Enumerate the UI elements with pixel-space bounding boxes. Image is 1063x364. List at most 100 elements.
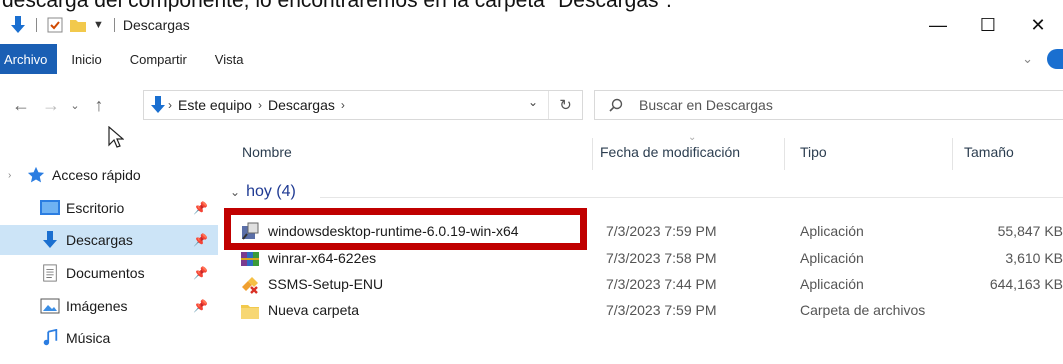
recent-locations-button[interactable]: ⌄ bbox=[66, 90, 84, 120]
column-header-tamano[interactable]: Tamaño bbox=[964, 144, 1014, 160]
column-divider[interactable] bbox=[592, 138, 593, 170]
column-divider[interactable] bbox=[784, 138, 785, 170]
file-date: 7/3/2023 7:59 PM bbox=[606, 302, 717, 318]
search-icon bbox=[609, 98, 623, 112]
file-row[interactable]: SSMS-Setup-ENU 7/3/2023 7:44 PM Aplicaci… bbox=[236, 272, 1063, 298]
tab-inicio[interactable]: Inicio bbox=[57, 44, 115, 74]
forward-button[interactable]: → bbox=[36, 90, 66, 120]
breadcrumb-separator: › bbox=[168, 98, 172, 112]
quick-access-toolbar: ▼ bbox=[0, 16, 119, 34]
file-row[interactable]: winrar-x64-622es 7/3/2023 7:58 PM Aplica… bbox=[236, 246, 1063, 272]
toolbar-divider bbox=[113, 18, 115, 32]
file-name: windowsdesktop-runtime-6.0.19-win-x64 bbox=[268, 223, 519, 239]
properties-check-icon[interactable] bbox=[47, 17, 63, 33]
file-row[interactable]: Nueva carpeta 7/3/2023 7:59 PM Carpeta d… bbox=[236, 298, 1063, 324]
search-box[interactable]: Buscar en Descargas bbox=[594, 90, 1063, 120]
file-type: Aplicación bbox=[800, 250, 864, 266]
ribbon-tabs: Archivo Inicio Compartir Vista ⌄ bbox=[0, 44, 1063, 74]
up-button[interactable]: ↑ bbox=[84, 90, 114, 120]
ribbon-right: ⌄ bbox=[1022, 44, 1063, 74]
images-icon bbox=[40, 298, 60, 314]
sidebar-item-imagenes[interactable]: Imágenes 📌 bbox=[0, 291, 218, 321]
ssms-setup-icon bbox=[242, 277, 258, 294]
maximize-button[interactable]: ☐ bbox=[963, 12, 1013, 38]
expand-ribbon-icon[interactable]: ⌄ bbox=[1022, 51, 1033, 67]
sidebar-item-descargas[interactable]: Descargas 📌 bbox=[0, 225, 218, 255]
star-icon bbox=[27, 166, 45, 183]
sidebar-item-musica[interactable]: Música bbox=[0, 323, 218, 353]
window-controls: — ☐ ✕ bbox=[913, 12, 1063, 38]
navigation-bar: ← → ⌄ ↑ › Este equipo › Descargas › ⌄ ↻ … bbox=[0, 86, 1063, 124]
title-bar: ▼ Descargas — ☐ ✕ bbox=[0, 12, 1063, 38]
file-size: 3,610 KB bbox=[1005, 250, 1063, 266]
column-headers: ⌄ Nombre Fecha de modificación Tipo Tama… bbox=[222, 132, 1063, 170]
sidebar-item-documentos[interactable]: Documentos 📌 bbox=[0, 258, 218, 288]
sidebar-item-label: Acceso rápido bbox=[52, 167, 141, 183]
window-title: Descargas bbox=[122, 17, 190, 33]
music-icon bbox=[43, 329, 58, 346]
document-icon bbox=[43, 264, 57, 282]
sidebar-item-label: Descargas bbox=[66, 232, 133, 248]
file-type: Carpeta de archivos bbox=[800, 302, 926, 318]
group-divider bbox=[320, 197, 1063, 198]
column-header-tipo[interactable]: Tipo bbox=[800, 144, 827, 160]
desktop-icon bbox=[40, 200, 60, 215]
file-size: 55,847 KB bbox=[997, 223, 1063, 239]
file-date: 7/3/2023 7:59 PM bbox=[606, 223, 717, 239]
breadcrumb-este-equipo[interactable]: Este equipo bbox=[178, 97, 252, 113]
column-header-fecha[interactable]: Fecha de modificación bbox=[600, 144, 740, 160]
column-header-nombre[interactable]: Nombre bbox=[242, 144, 292, 160]
collapse-group-icon[interactable]: ⌄ bbox=[230, 185, 240, 199]
group-header[interactable]: ⌄ hoy (4) bbox=[230, 183, 296, 201]
file-date: 7/3/2023 7:58 PM bbox=[606, 250, 717, 266]
tab-vista[interactable]: Vista bbox=[201, 44, 258, 74]
navigation-pane: › Acceso rápido Escritorio 📌 Descargas 📌… bbox=[0, 150, 222, 364]
pin-icon: 📌 bbox=[193, 201, 208, 215]
file-size: 644,163 KB bbox=[989, 276, 1063, 292]
file-row[interactable]: windowsdesktop-runtime-6.0.19-win-x64 7/… bbox=[236, 219, 1063, 245]
customize-toolbar-icon[interactable]: ▼ bbox=[93, 19, 104, 31]
breadcrumb-descargas[interactable]: Descargas bbox=[268, 97, 335, 113]
help-icon[interactable] bbox=[1047, 49, 1063, 69]
file-type: Aplicación bbox=[800, 223, 864, 239]
breadcrumb-separator: › bbox=[340, 98, 345, 112]
column-divider[interactable] bbox=[952, 138, 953, 170]
tab-archivo[interactable]: Archivo bbox=[0, 44, 58, 74]
tutorial-caption: descarga del componente, lo encontraremo… bbox=[2, 0, 672, 12]
installer-icon bbox=[242, 222, 259, 240]
tab-compartir[interactable]: Compartir bbox=[116, 44, 201, 74]
download-arrow-icon bbox=[151, 96, 165, 113]
download-arrow-icon bbox=[43, 231, 57, 248]
file-name: Nueva carpeta bbox=[268, 302, 360, 318]
sort-caret-icon: ⌄ bbox=[688, 132, 697, 143]
close-button[interactable]: ✕ bbox=[1013, 12, 1063, 38]
group-label: hoy (4) bbox=[246, 183, 296, 200]
pin-icon: 📌 bbox=[193, 299, 208, 313]
breadcrumb-separator: › bbox=[257, 98, 262, 112]
sidebar-item-label: Escritorio bbox=[66, 200, 125, 216]
toolbar-divider bbox=[36, 18, 37, 32]
file-name: winrar-x64-622es bbox=[268, 250, 377, 266]
file-type: Aplicación bbox=[800, 276, 864, 292]
minimize-button[interactable]: — bbox=[913, 12, 963, 38]
pin-icon: 📌 bbox=[193, 266, 208, 280]
sidebar-item-label: Música bbox=[66, 330, 111, 346]
folder-icon bbox=[241, 305, 259, 319]
sidebar-item-label: Documentos bbox=[66, 265, 145, 281]
file-name: SSMS-Setup-ENU bbox=[268, 276, 384, 292]
new-folder-icon[interactable] bbox=[69, 17, 87, 33]
download-arrow-icon[interactable] bbox=[10, 16, 26, 34]
back-button[interactable]: ← bbox=[6, 90, 36, 120]
pin-icon: 📌 bbox=[193, 233, 208, 247]
winrar-icon bbox=[241, 252, 259, 266]
sidebar-item-label: Imágenes bbox=[66, 298, 128, 314]
address-dropdown-icon[interactable]: ⌄ bbox=[528, 95, 538, 109]
search-placeholder: Buscar en Descargas bbox=[639, 97, 773, 113]
refresh-button[interactable]: ↻ bbox=[548, 91, 582, 119]
sidebar-item-acceso-rapido[interactable]: › Acceso rápido bbox=[0, 160, 218, 190]
sidebar-item-escritorio[interactable]: Escritorio 📌 bbox=[0, 193, 218, 223]
mouse-cursor-icon bbox=[108, 126, 124, 148]
address-bar[interactable]: › Este equipo › Descargas › ⌄ ↻ bbox=[143, 90, 583, 120]
file-date: 7/3/2023 7:44 PM bbox=[606, 276, 717, 292]
expand-caret-icon[interactable]: › bbox=[0, 170, 26, 181]
